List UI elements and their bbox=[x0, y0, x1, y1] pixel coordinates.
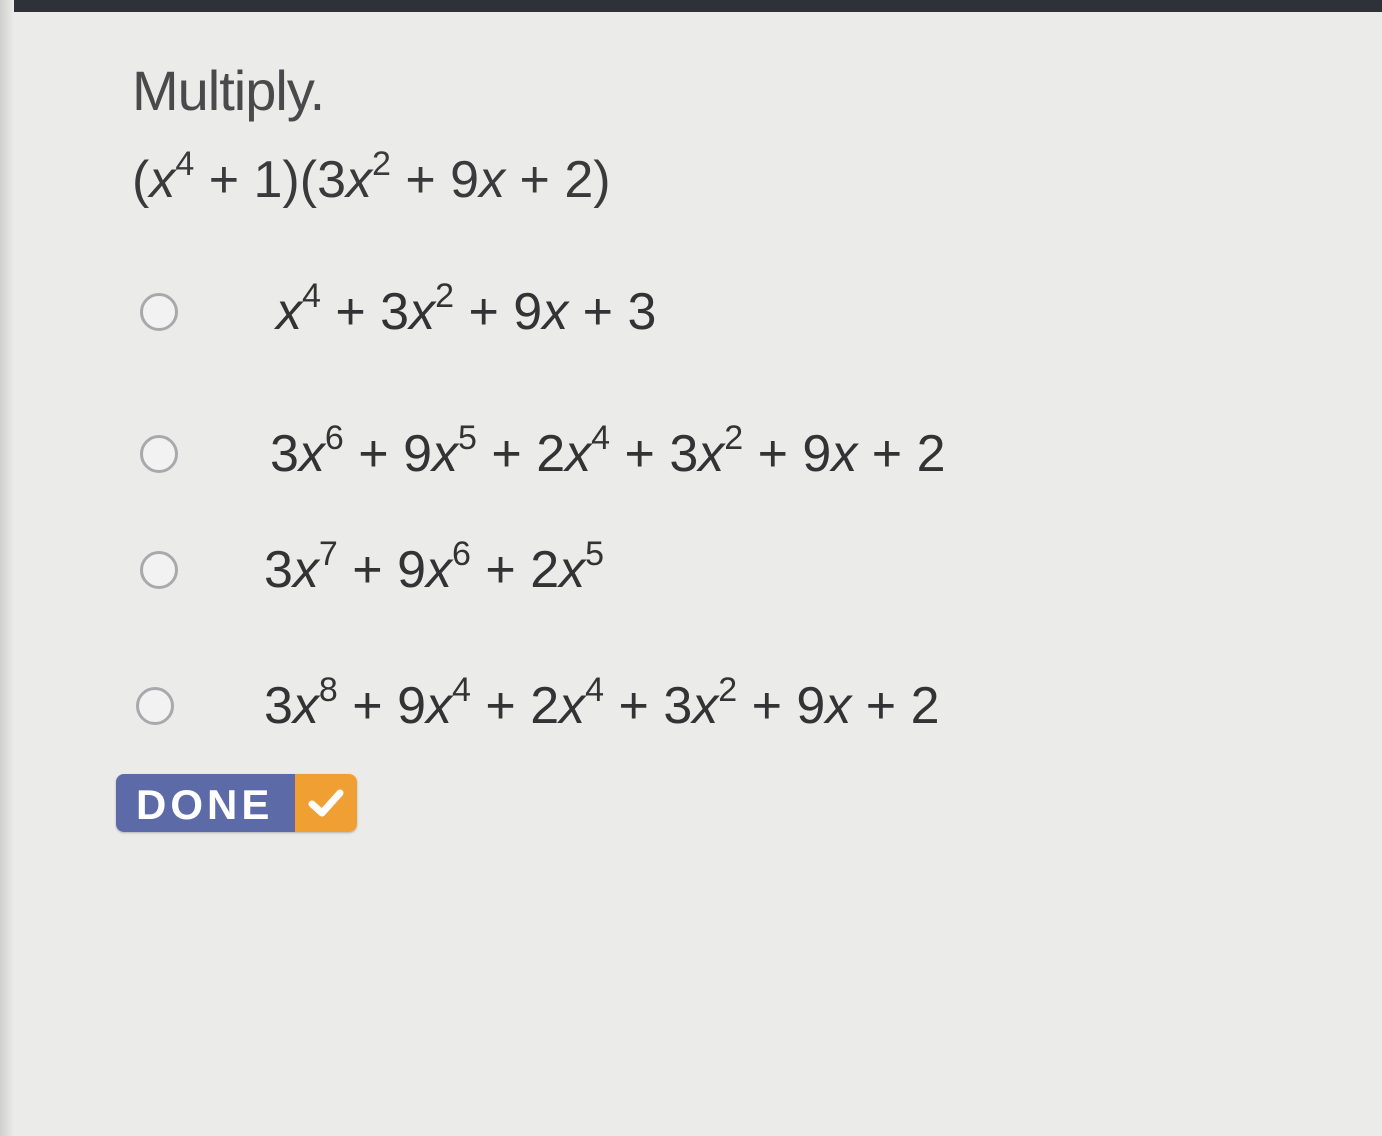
answer-option-2[interactable]: 3x6 + 9x5 + 2x4 + 3x2 + 9x + 2 bbox=[140, 419, 946, 484]
answer-option-4[interactable]: 3x8 + 9x4 + 2x4 + 3x2 + 9x + 2 bbox=[136, 671, 940, 736]
radio-button[interactable] bbox=[136, 687, 174, 725]
answer-option-1[interactable]: x4 + 3x2 + 9x + 3 bbox=[140, 277, 657, 342]
question-panel: Multiply. (x4 + 1)(3x2 + 9x + 2) x4 + 3x… bbox=[0, 0, 1382, 1136]
answer-options: x4 + 3x2 + 9x + 3 3x6 + 9x5 + 2x4 + 3x2 … bbox=[0, 0, 1382, 1136]
answer-option-label: x4 + 3x2 + 9x + 3 bbox=[276, 277, 657, 341]
radio-button[interactable] bbox=[140, 551, 178, 589]
done-button-label: DONE bbox=[116, 774, 296, 832]
check-icon bbox=[295, 774, 358, 832]
answer-option-label: 3x8 + 9x4 + 2x4 + 3x2 + 9x + 2 bbox=[264, 671, 940, 735]
answer-option-label: 3x6 + 9x5 + 2x4 + 3x2 + 9x + 2 bbox=[270, 419, 946, 483]
answer-option-label: 3x7 + 9x6 + 2x5 bbox=[264, 535, 605, 599]
radio-button[interactable] bbox=[140, 293, 178, 331]
radio-button[interactable] bbox=[140, 435, 178, 473]
done-button[interactable]: DONE bbox=[116, 774, 358, 832]
answer-option-3[interactable]: 3x7 + 9x6 + 2x5 bbox=[140, 535, 605, 600]
